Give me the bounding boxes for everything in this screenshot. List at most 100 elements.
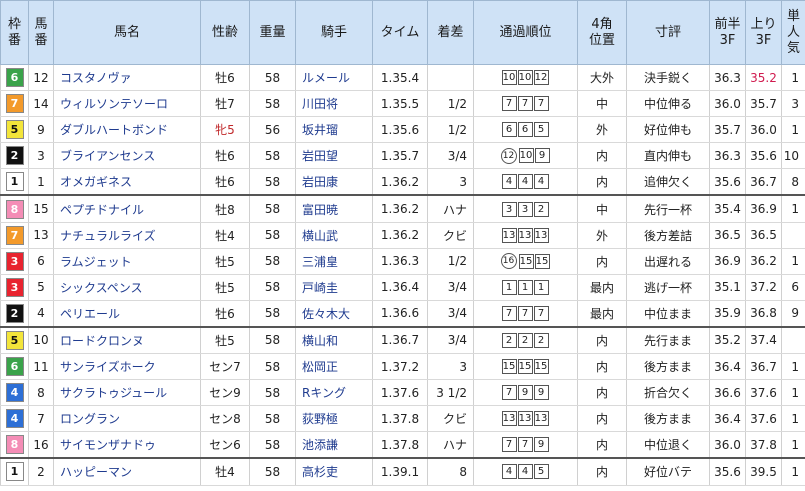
horse-name-link[interactable]: サイモンザナドゥ [53, 431, 201, 459]
passing-position: 7 [517, 437, 533, 453]
passing-cell: 16 15 15 [473, 248, 578, 275]
popularity-cell: 1 [781, 116, 805, 144]
waku-badge: 2 [5, 303, 24, 323]
horse-name-link[interactable]: ナチュラルライズ [53, 222, 201, 249]
corner-cell: 内 [577, 431, 627, 459]
margin-cell: ハナ [427, 431, 474, 459]
passing-position: 15 [534, 253, 550, 269]
popularity-cell: 10 [781, 142, 805, 170]
jockey-link[interactable]: 坂井瑠 [295, 116, 373, 144]
corner-cell: 内 [577, 457, 627, 486]
weight-cell: 58 [249, 64, 296, 92]
jockey-link[interactable]: 荻野極 [295, 405, 373, 433]
passing-position: 15 [517, 359, 533, 375]
passing-cell: 444 [473, 168, 578, 196]
passing-position: 13 [517, 227, 533, 243]
jockey-link[interactable]: 佐々木大 [295, 300, 373, 328]
table-row: 5 10 ロードクロンヌ 牡5 58 横山和 1.36.7 3/4 2 2 2 内先行まま 35.2 37… [0, 325, 805, 355]
jockey-link[interactable]: ルメール [295, 64, 373, 92]
horse-name-link[interactable]: ウィルソンテソーロ [53, 90, 201, 118]
comment-cell: 好位伸も [626, 116, 710, 144]
waku-cell: 2 [0, 142, 29, 170]
sexage-cell: 牡5 [200, 248, 250, 275]
popularity-cell: 9 [781, 300, 805, 328]
passing-cell: 13 13 13 [473, 222, 578, 249]
sexage-cell: 牡6 [200, 142, 250, 170]
passing-position: 3 [517, 201, 533, 217]
jockey-link[interactable]: 岩田康 [295, 168, 373, 196]
jockey-link[interactable]: Rキング [295, 379, 373, 407]
jockey-link[interactable]: 横山武 [295, 222, 373, 249]
horse-name-link[interactable]: ダブルハートボンド [53, 116, 201, 144]
jockey-link[interactable]: 岩田望 [295, 142, 373, 170]
passing-cell: 779 [473, 431, 578, 459]
passing-position: 9 [533, 385, 549, 401]
passing-position: 7 [533, 305, 549, 321]
horse-name-link[interactable]: ラムジェット [53, 248, 201, 275]
waku-badge: 4 [5, 409, 24, 429]
horse-name-link[interactable]: ブライアンセンス [53, 142, 201, 170]
waku-badge: 1 [5, 172, 24, 192]
header-first3f: 前半 3F [709, 0, 746, 65]
margin-cell: 3 [427, 353, 474, 381]
last3f-cell: 36.0 [745, 116, 782, 144]
header-weight: 重量 [249, 0, 296, 65]
comment-cell: 好位バテ [626, 457, 710, 486]
jockey-link[interactable]: 横山和 [295, 325, 373, 355]
table-row: 6 12 コスタノヴァ 牡6 58 ルメール 1.35.4 10 10 12 大外 決手鋭く 36.3 3… [0, 64, 805, 92]
passing-position: 12 [500, 147, 517, 164]
passing-position: 2 [517, 332, 533, 348]
comment-cell: 決手鋭く [626, 64, 710, 92]
passing-position: 4 [501, 464, 517, 480]
umaban-cell: 3 [28, 142, 54, 170]
comment-cell: 追伸欠く [626, 168, 710, 196]
last3f-cell: 37.4 [745, 325, 782, 355]
last3f-cell: 36.9 [745, 194, 782, 223]
header-popularity: 単人気 [781, 0, 805, 65]
passing-position: 7 [517, 305, 533, 321]
popularity-cell: 6 [781, 274, 805, 301]
header-waku: 枠番 [0, 0, 29, 65]
last3f-cell: 37.2 [745, 274, 782, 301]
jockey-link[interactable]: 富田暁 [295, 194, 373, 223]
jockey-link[interactable]: 松岡正 [295, 353, 373, 381]
corner-cell: 内 [577, 248, 627, 275]
umaban-cell: 11 [28, 353, 54, 381]
horse-name-link[interactable]: オメガギネス [53, 168, 201, 196]
sexage-cell: セン7 [200, 353, 250, 381]
margin-cell: 3/4 [427, 142, 474, 170]
passing-cell: 12 10 9 [473, 142, 578, 170]
header-time: タイム [372, 0, 428, 65]
jockey-link[interactable]: 高杉吏 [295, 457, 373, 486]
jockey-link[interactable]: 三浦皇 [295, 248, 373, 275]
table-row: 5 9 ダブルハートボンド 牝5 56 坂井瑠 1.35.6 1/2 6 6 5 外好位伸も 35.7 3… [0, 116, 805, 144]
jockey-link[interactable]: 戸崎圭 [295, 274, 373, 301]
popularity-cell: 1 [781, 64, 805, 92]
horse-name-link[interactable]: サンライズホーク [53, 353, 201, 381]
horse-name-link[interactable]: サクラトゥジュール [53, 379, 201, 407]
race-result-table: 枠番 馬番 馬名 性齢 重量 騎手 タイム 着差 通過順位 4角 位置 寸評 前半… [0, 0, 805, 486]
sexage-cell: 牡5 [200, 274, 250, 301]
time-cell: 1.36.2 [372, 168, 428, 196]
last3f-cell: 36.5 [745, 222, 782, 249]
horse-name-link[interactable]: ロードクロンヌ [53, 325, 201, 355]
horse-name-link[interactable]: コスタノヴァ [53, 64, 201, 92]
horse-name-link[interactable]: ロングラン [53, 405, 201, 433]
weight-cell: 58 [249, 168, 296, 196]
popularity-cell: 1 [781, 457, 805, 486]
passing-position: 13 [533, 411, 549, 427]
horse-name-link[interactable]: シックスペンス [53, 274, 201, 301]
header-comment: 寸評 [626, 0, 710, 65]
jockey-link[interactable]: 池添謙 [295, 431, 373, 459]
horse-name-link[interactable]: ハッピーマン [53, 457, 201, 486]
horse-name-link[interactable]: ペプチドナイル [53, 194, 201, 223]
horse-name-link[interactable]: ペリエール [53, 300, 201, 328]
popularity-cell: 1 [781, 248, 805, 275]
umaban-cell: 5 [28, 274, 54, 301]
jockey-link[interactable]: 川田将 [295, 90, 373, 118]
last3f-cell: 36.2 [745, 248, 782, 275]
popularity-cell: 8 [781, 168, 805, 196]
waku-badge: 7 [5, 94, 24, 114]
first3f-cell: 35.4 [709, 194, 746, 223]
waku-badge: 2 [5, 146, 24, 166]
